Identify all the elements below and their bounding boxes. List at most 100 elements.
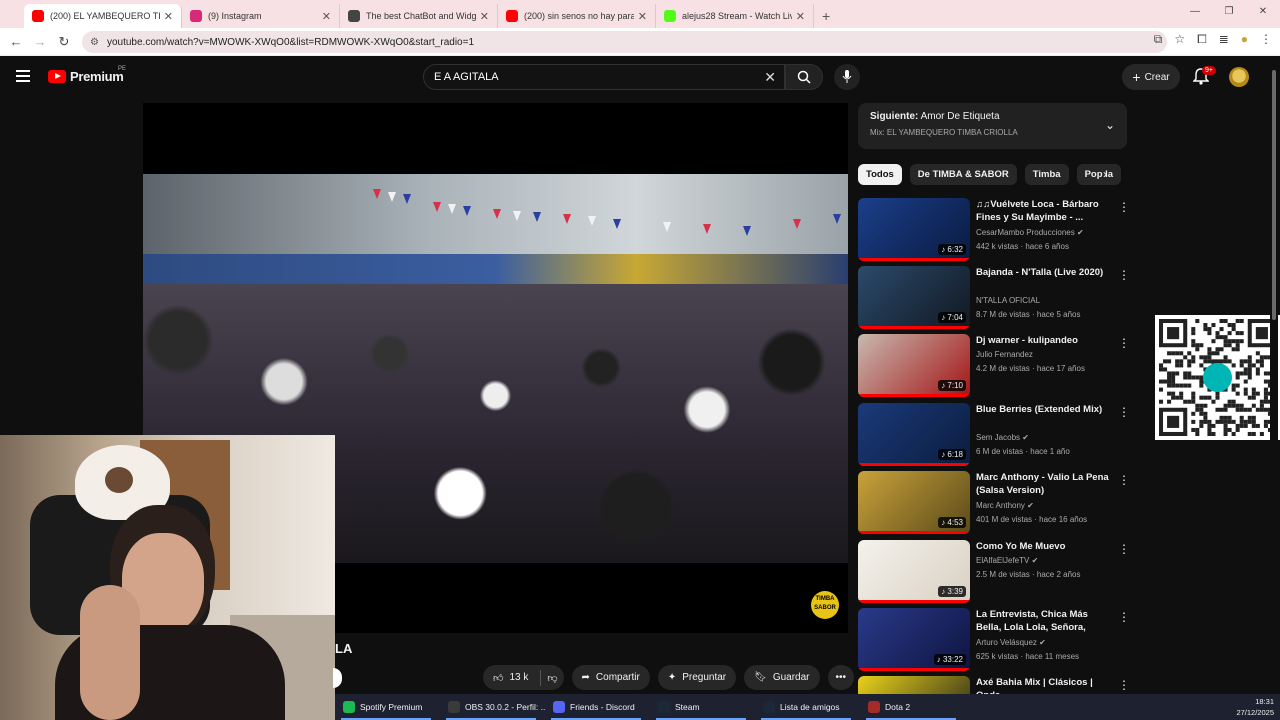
video-title[interactable]: La Entrevista, Chica Más Bella, Lola Lol… [976, 609, 1111, 635]
ask-button[interactable]: ✦ Preguntar [657, 665, 737, 690]
video-title[interactable]: Como Yo Me Muevo [976, 541, 1111, 554]
close-tab-icon[interactable]: ✕ [638, 10, 647, 23]
channel-name[interactable]: Sem Jacobs ✔ [976, 433, 1029, 442]
close-window-icon[interactable]: ✕ [1246, 0, 1280, 24]
taskbar-item[interactable]: Lista de amigos [755, 694, 860, 720]
video-title: LA [335, 641, 353, 656]
video-thumbnail[interactable]: ♪ 6:32 [858, 198, 970, 261]
close-tab-icon[interactable]: ✕ [164, 10, 173, 23]
recommended-video[interactable]: ♪ 33:22 La Entrevista, Chica Más Bella, L… [858, 608, 1130, 674]
browser-menu-icon[interactable]: ⋮ [1260, 32, 1272, 47]
filter-chip[interactable]: Timba [1024, 164, 1069, 185]
video-title[interactable]: Bajanda - N'Talla (Live 2020) [976, 267, 1111, 280]
recommended-video[interactable]: ♪ 6:32 ♫♫Vuélvete Loca - Bárbaro Fines y … [858, 198, 1130, 264]
recommended-video[interactable]: ♪ 6:18 Blue Berries (Extended Mix) Sem Jac… [858, 403, 1130, 469]
reload-icon[interactable]: ↻ [52, 34, 76, 50]
video-title[interactable]: Marc Anthony - Valio La Pena (Salsa Vers… [976, 472, 1111, 497]
maximize-icon[interactable]: ❐ [1212, 0, 1246, 24]
channel-name[interactable]: Arturo Velásquez ✔ [976, 638, 1046, 647]
share-button[interactable]: ➦ Compartir [571, 665, 650, 690]
kebab-menu-icon[interactable]: ⋮ [1118, 405, 1130, 419]
youtube-logo[interactable]: Premium PE [48, 66, 126, 84]
recommended-video[interactable]: ♪ 4:53 Marc Anthony - Valio La Pena (Sals… [858, 471, 1130, 537]
browser-tab[interactable]: (200) EL YAMBEQUERO TIMBA ✕ [24, 4, 182, 28]
browser-tab[interactable]: (200) sin senos no hay paraiso ✕ [498, 4, 656, 28]
search-input[interactable]: E A AGITALA ✕ [423, 64, 785, 90]
video-title[interactable]: ♫♫Vuélvete Loca - Bárbaro Fines y Su May… [976, 199, 1111, 224]
kebab-menu-icon[interactable]: ⋮ [1118, 610, 1130, 624]
forward-icon[interactable]: → [28, 34, 52, 49]
playlist-panel[interactable]: Siguiente: Amor De Etiqueta Mix: EL YAMB… [858, 103, 1127, 149]
channel-avatar-edge[interactable] [333, 668, 342, 688]
recommended-video[interactable]: ♪ 7:10 Dj warner - kulipandeo Julio Fernan… [858, 334, 1130, 400]
tab-title: alejus28 Stream - Watch Live on [682, 11, 792, 21]
page-scrollbar[interactable] [1270, 60, 1278, 690]
minimize-icon[interactable]: — [1178, 0, 1212, 24]
new-tab-button[interactable]: + [814, 4, 838, 28]
progress-bar [858, 668, 970, 671]
media-icon[interactable]: ≣ [1219, 32, 1229, 47]
site-info-icon[interactable]: ⚙ [90, 37, 99, 48]
account-avatar[interactable] [1229, 67, 1249, 87]
menu-icon[interactable] [16, 70, 30, 82]
channel-name[interactable]: ElAlfaElJefeTV ✔ [976, 556, 1038, 565]
taskbar-item[interactable]: Friends - Discord [545, 694, 650, 720]
taskbar-item[interactable]: Steam [650, 694, 755, 720]
video-title[interactable]: Dj warner - kulipandeo [976, 335, 1111, 348]
close-tab-icon[interactable]: ✕ [796, 10, 805, 23]
taskbar-item[interactable]: OBS 30.0.2 - Perfil: ... [440, 694, 545, 720]
video-thumbnail[interactable]: ♪ 3:39 [858, 540, 970, 603]
url-field[interactable]: ⚙ youtube.com/watch?v=MWOWK-XWqO0&list=R… [82, 31, 1167, 53]
share-icon: ➦ [581, 672, 590, 683]
channel-name[interactable]: N'TALLA OFICIAL [976, 296, 1040, 305]
video-thumbnail[interactable]: ♪ 6:18 [858, 403, 970, 466]
video-thumbnail[interactable]: ♪ 33:22 [858, 608, 970, 671]
save-button[interactable]: 🔖︎ Guardar [744, 665, 820, 690]
voice-search-button[interactable] [834, 64, 860, 90]
chevron-right-icon[interactable]: › [1103, 167, 1107, 181]
search-icon [797, 70, 811, 84]
browser-tab[interactable]: alejus28 Stream - Watch Live on ✕ [656, 4, 814, 28]
clear-search-icon[interactable]: ✕ [764, 69, 776, 86]
taskbar-label: OBS 30.0.2 - Perfil: ... [465, 702, 545, 712]
install-icon[interactable]: ⧉ [1154, 32, 1163, 47]
filter-chip[interactable]: Pop la [1076, 164, 1122, 185]
chevron-down-icon[interactable]: ⌄ [1105, 118, 1115, 132]
app-icon [343, 701, 355, 713]
video-thumbnail[interactable]: ♪ 4:53 [858, 471, 970, 534]
youtube-header: Premium PE E A AGITALA ✕ + Crear 9+ [0, 56, 1280, 98]
channel-name[interactable]: Julio Fernandez [976, 350, 1033, 359]
close-tab-icon[interactable]: ✕ [322, 10, 331, 23]
channel-name[interactable]: CesarMambo Producciones ✔ [976, 228, 1084, 237]
profile-icon[interactable]: ● [1241, 32, 1248, 47]
video-thumbnail[interactable]: ♪ 7:10 [858, 334, 970, 397]
bookmark-star-icon[interactable]: ☆ [1174, 32, 1185, 47]
browser-tab[interactable]: The best ChatBot and Widgets ✕ [340, 4, 498, 28]
taskbar-item[interactable]: Spotify Premium [335, 694, 440, 720]
taskbar-item[interactable]: Dota 2 [860, 694, 965, 720]
create-label: Crear [1144, 71, 1170, 83]
kebab-menu-icon[interactable]: ⋮ [1118, 336, 1130, 350]
kebab-menu-icon[interactable]: ⋮ [1118, 268, 1130, 282]
extensions-icon[interactable]: ⧠ [1197, 32, 1207, 47]
like-button[interactable]: 👍︎ 13 k 👎︎ [483, 665, 564, 690]
filter-chip[interactable]: De TIMBA & SABOR [909, 164, 1017, 185]
video-thumbnail[interactable]: ♪ 7:04 [858, 266, 970, 329]
mix-name: Mix: EL YAMBEQUERO TIMBA CRIOLLA [870, 128, 1018, 137]
search-button[interactable] [785, 64, 823, 90]
kebab-menu-icon[interactable]: ⋮ [1118, 200, 1130, 214]
back-icon[interactable]: ← [4, 34, 28, 49]
create-button[interactable]: + Crear [1122, 64, 1180, 90]
thumbs-down-icon[interactable]: 👎︎ [547, 672, 557, 684]
video-title[interactable]: Blue Berries (Extended Mix) [976, 404, 1111, 417]
recommended-video[interactable]: ♪ 3:39 Como Yo Me Muevo ElAlfaElJefeTV ✔ 2.… [858, 540, 1130, 606]
recommended-video[interactable]: ♪ 7:04 Bajanda - N'Talla (Live 2020) N'TAL… [858, 266, 1130, 332]
kebab-menu-icon[interactable]: ⋮ [1118, 542, 1130, 556]
kebab-menu-icon[interactable]: ⋮ [1118, 473, 1130, 487]
kebab-menu-icon[interactable]: ⋮ [1118, 678, 1130, 692]
close-tab-icon[interactable]: ✕ [480, 10, 489, 23]
filter-chip[interactable]: Todos [858, 164, 902, 185]
more-actions-button[interactable]: ••• [827, 665, 855, 690]
browser-tab[interactable]: (9) Instagram ✕ [182, 4, 340, 28]
channel-name[interactable]: Marc Anthony ✔ [976, 501, 1034, 510]
